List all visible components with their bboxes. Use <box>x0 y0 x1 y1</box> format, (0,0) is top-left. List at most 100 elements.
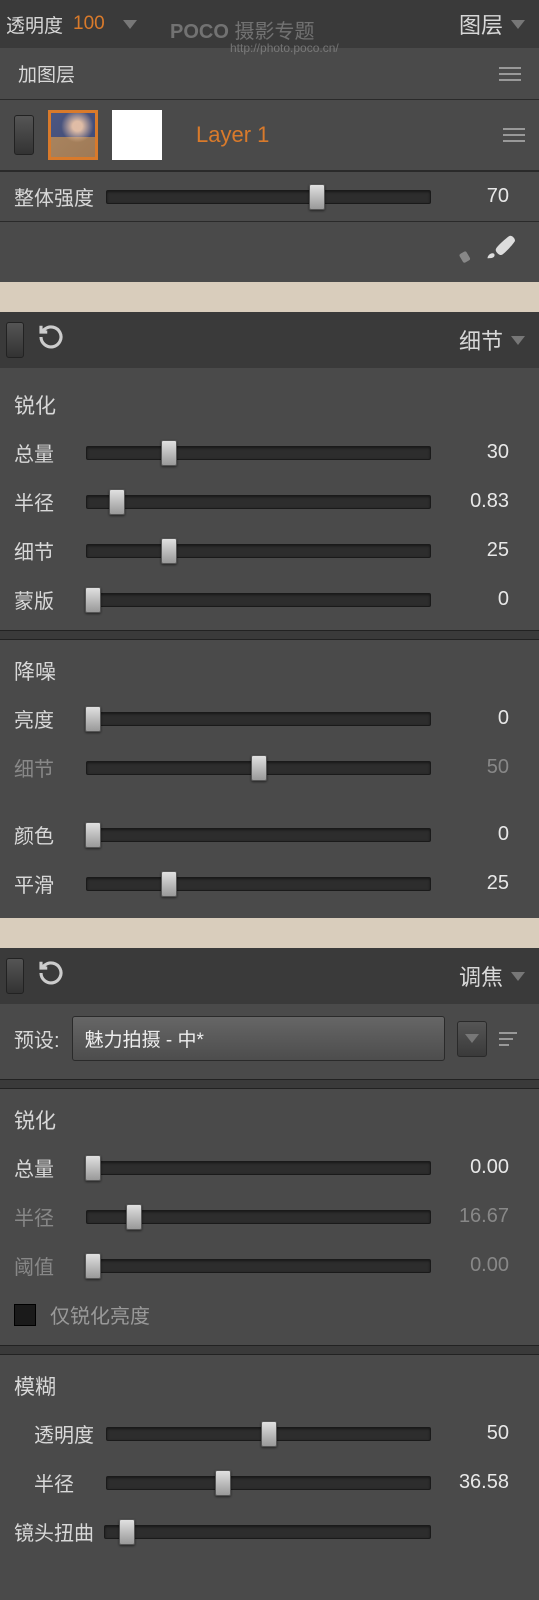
checkbox-row: 仅锐化亮度 <box>0 1290 539 1339</box>
slider-knob[interactable] <box>215 1470 231 1496</box>
slider-knob[interactable] <box>85 1253 101 1279</box>
slider[interactable] <box>86 823 431 847</box>
slider[interactable] <box>86 756 431 780</box>
slider[interactable] <box>86 539 431 563</box>
slider-knob[interactable] <box>119 1519 135 1545</box>
preset-value: 魅力拍摄 - 中* <box>85 1025 204 1052</box>
slider-label: 总量 <box>14 1153 76 1182</box>
slider-value: 36.58 <box>441 1471 509 1494</box>
overall-strength-slider-row: 整体强度 70 <box>0 171 539 222</box>
slider-label: 亮度 <box>14 704 76 733</box>
slider-row-d1-3: 蒙版 0 <box>0 575 539 624</box>
preset-select[interactable]: 魅力拍摄 - 中* <box>72 1016 445 1061</box>
focus-panel-header: 调焦 <box>0 948 539 1004</box>
slider-row-d1-2: 细节25 <box>0 526 539 575</box>
slider-row-f2-0: 透明度 50 <box>0 1409 539 1458</box>
layer-mask-thumbnail[interactable] <box>112 110 162 160</box>
slider-knob[interactable] <box>161 538 177 564</box>
slider-row-d1-0: 总量30 <box>0 428 539 477</box>
slider-label: 镜头扭曲 <box>14 1517 94 1546</box>
slider[interactable] <box>106 1422 431 1446</box>
add-layer-row: 加图层 <box>0 48 539 100</box>
slider-label: 阈值 <box>14 1251 76 1280</box>
brush-icon[interactable] <box>485 232 515 268</box>
slider-knob[interactable] <box>126 1204 142 1230</box>
layers-panel-menu-icon[interactable] <box>511 20 525 29</box>
slider-row-d2-1: 细节50 <box>0 743 539 792</box>
reset-icon[interactable] <box>36 322 66 358</box>
slider-label: 半径 <box>14 1468 96 1497</box>
layer-thumbnail[interactable] <box>48 110 98 160</box>
layers-panel-header: 透明度 100 图层 <box>0 0 539 48</box>
group-separator <box>0 1079 539 1089</box>
layer-name: Layer 1 <box>196 122 489 148</box>
slider-label: 半径 <box>14 1202 76 1231</box>
slider[interactable] <box>86 490 431 514</box>
slider-row-f1-2: 阈值 0.00 <box>0 1241 539 1290</box>
preset-row: 预设: 魅力拍摄 - 中* <box>0 1004 539 1073</box>
slider[interactable] <box>86 872 431 896</box>
layer-row[interactable]: Layer 1 <box>0 100 539 171</box>
focus-blur-label: 模糊 <box>0 1359 539 1409</box>
preset-dropdown-button[interactable] <box>457 1021 487 1057</box>
slider-label: 半径 <box>14 487 76 516</box>
opacity-dropdown-icon[interactable] <box>123 20 137 29</box>
slider-label: 蒙版 <box>14 585 76 614</box>
slider[interactable] <box>106 1471 431 1495</box>
slider-row-d2-3: 平滑25 <box>0 859 539 908</box>
focus-panel-toggle[interactable] <box>6 958 24 994</box>
slider[interactable] <box>86 1156 431 1180</box>
focus-panel-title: 调焦 <box>459 960 503 992</box>
slider-value: 0.00 <box>441 1254 509 1277</box>
slider-knob[interactable] <box>85 1155 101 1181</box>
detail-panel-toggle[interactable] <box>6 322 24 358</box>
slider-label: 细节 <box>14 536 76 565</box>
slider-knob[interactable] <box>261 1421 277 1447</box>
slider-knob[interactable] <box>251 755 267 781</box>
slider-knob[interactable] <box>85 706 101 732</box>
slider-knob[interactable] <box>161 440 177 466</box>
slider-value: 50 <box>441 1422 509 1445</box>
overall-strength-value: 70 <box>441 185 509 208</box>
focus-sharpen-label: 锐化 <box>0 1093 539 1143</box>
slider-knob[interactable] <box>109 489 125 515</box>
sharpen-luminance-label: 仅锐化亮度 <box>50 1300 150 1329</box>
separator-band <box>0 918 539 948</box>
preset-menu-icon[interactable] <box>499 1032 517 1046</box>
slider-knob[interactable] <box>161 871 177 897</box>
slider-row-d1-1: 半径0.83 <box>0 477 539 526</box>
layer-menu-icon[interactable] <box>503 128 525 142</box>
slider-label: 透明度 <box>14 1419 96 1448</box>
slider-row-f1-1: 半径16.67 <box>0 1192 539 1241</box>
chevron-down-icon <box>465 1034 479 1043</box>
slider-value: 0 <box>441 588 509 611</box>
slider[interactable] <box>86 588 431 612</box>
slider[interactable] <box>86 1254 431 1278</box>
reset-icon[interactable] <box>36 958 66 994</box>
slider-row-d2-2: 颜色0 <box>0 810 539 859</box>
slider-row-f1-0: 总量 0.00 <box>0 1143 539 1192</box>
overall-strength-label: 整体强度 <box>14 182 96 211</box>
slider-knob[interactable] <box>85 822 101 848</box>
overall-strength-slider[interactable] <box>106 185 431 209</box>
slider[interactable] <box>86 707 431 731</box>
layer-visibility-toggle[interactable] <box>14 115 34 155</box>
slider-knob[interactable] <box>309 184 325 210</box>
slider-knob[interactable] <box>85 587 101 613</box>
sharpen-luminance-checkbox[interactable] <box>14 1304 36 1326</box>
slider-value: 0 <box>441 707 509 730</box>
tool-icons-row <box>0 222 539 282</box>
add-layer-label[interactable]: 加图层 <box>18 60 75 87</box>
slider[interactable] <box>86 1205 431 1229</box>
detail-panel-menu-icon[interactable] <box>511 336 525 345</box>
slider[interactable] <box>104 1520 431 1544</box>
slider[interactable] <box>86 441 431 465</box>
add-layer-menu-icon[interactable] <box>499 67 521 81</box>
opacity-value[interactable]: 100 <box>73 13 105 35</box>
group-separator <box>0 630 539 640</box>
slider-value: 0.00 <box>441 1156 509 1179</box>
slider-label: 总量 <box>14 438 76 467</box>
slider-label: 细节 <box>14 753 76 782</box>
slider-value: 0 <box>441 823 509 846</box>
focus-panel-menu-icon[interactable] <box>511 972 525 981</box>
